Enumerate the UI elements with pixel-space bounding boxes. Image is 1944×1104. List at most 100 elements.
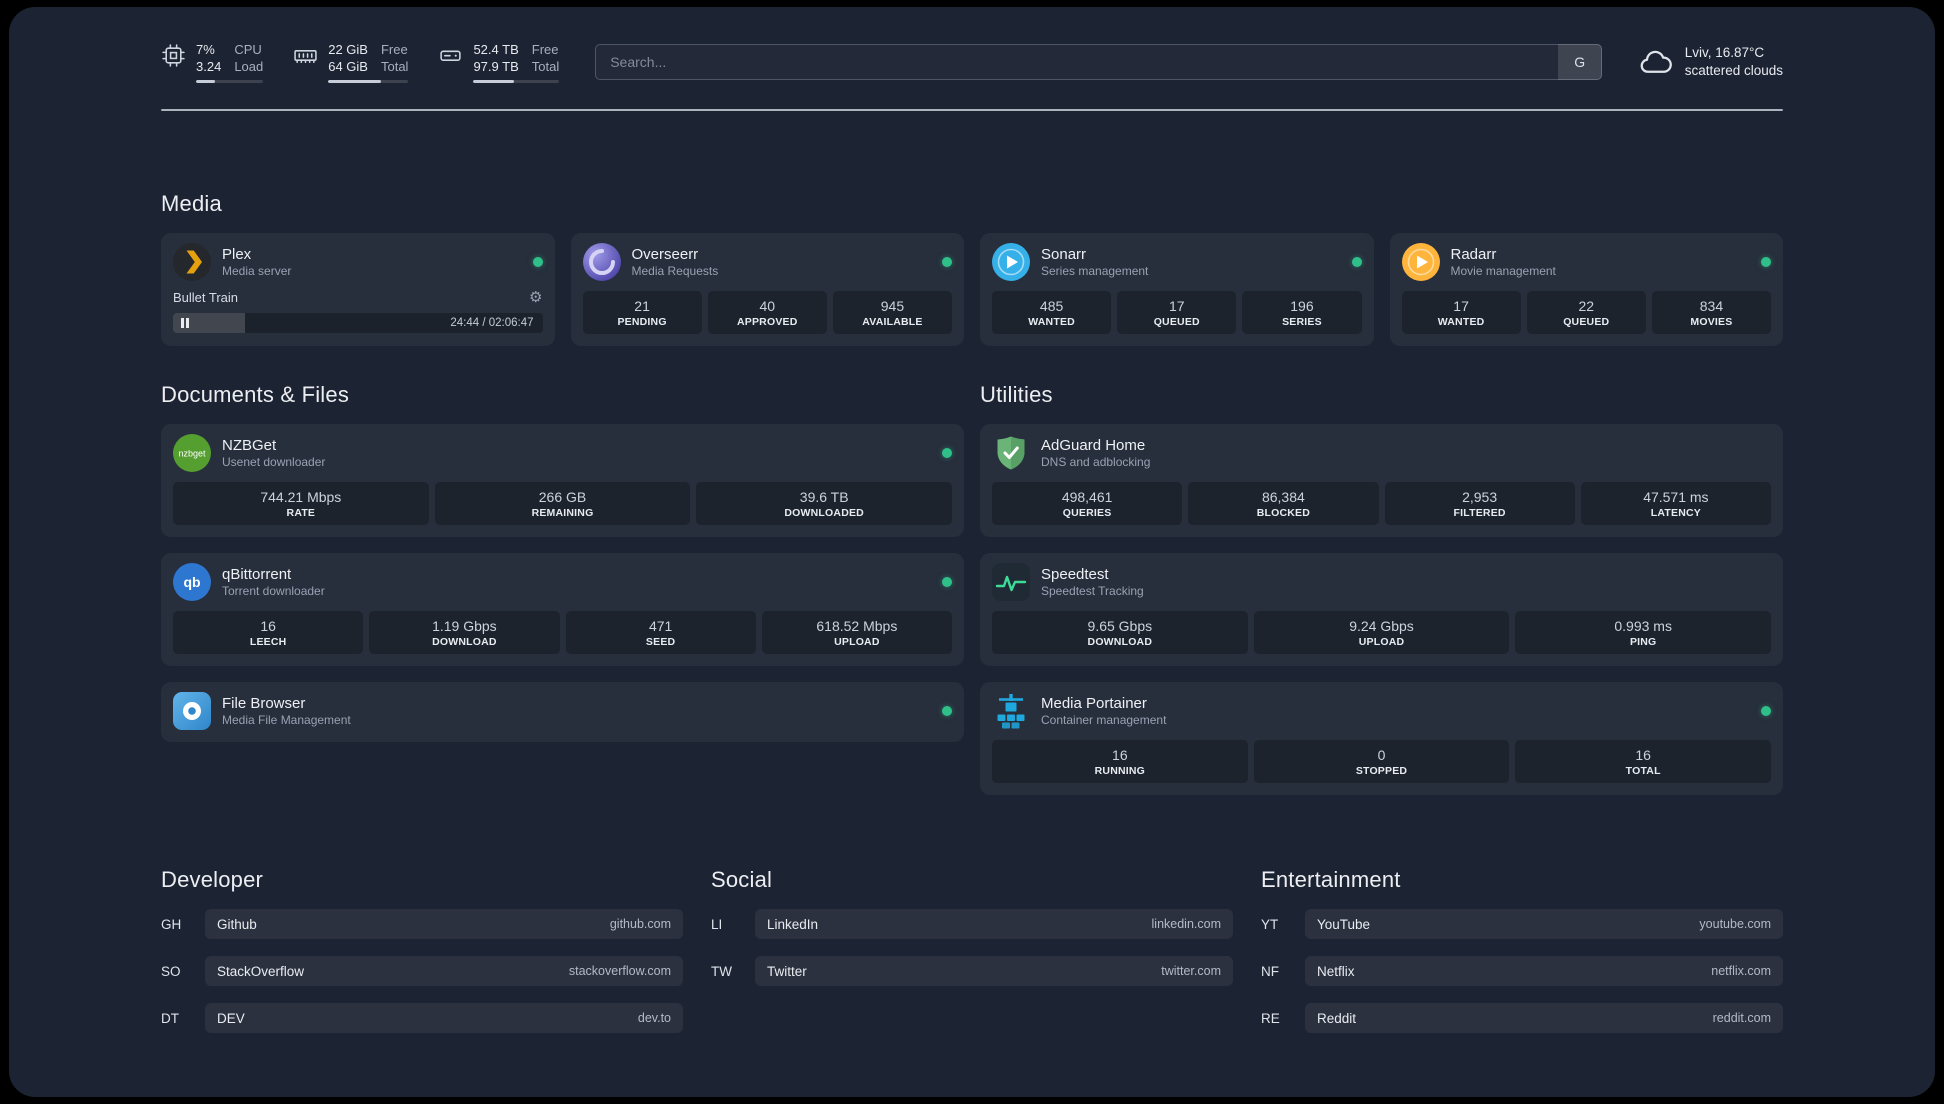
service-name: Overseerr [631,246,699,264]
bookmark-dev: DT DEV dev.to [161,1003,683,1034]
stat-tile: 22 QUEUED [1526,291,1646,335]
cpu-percent: 7% [196,42,215,57]
section-utilities: Utilities AdGuard Home DNS and adblockin… [980,382,1783,796]
overseerr-icon [582,243,621,282]
memory-usage-bar [328,80,409,84]
service-card-filebrowser[interactable]: File Browser Media File Management [161,682,964,743]
cpu-values: 7% 3.24 [196,41,221,75]
stat-tile: 9.65 Gbps DOWNLOAD [992,611,1248,655]
qbittorrent-icon: qb [173,563,211,602]
stat-tile: 196 SERIES [1242,291,1362,335]
bookmark-link[interactable]: Reddit reddit.com [1305,1003,1783,1034]
bookmark-abbr: NF [1261,963,1279,979]
dashboard-content: 7% 3.24 CPU Load 22 GiB 64 GiB Free Tota… [9,7,1935,1034]
bookmark-link[interactable]: YouTube youtube.com [1305,909,1783,940]
bookmark-abbr: YT [1261,916,1279,932]
bookmark-link[interactable]: DEV dev.to [205,1003,683,1034]
bookmark-group-developer: Developer GH Github github.com SO StackO… [161,867,683,1034]
stat-tile: 0.993 ms PING [1515,611,1772,655]
service-card-sonarr[interactable]: Sonarr Series management 485 WANTED 17 Q… [980,233,1374,347]
stat-tile: 17 WANTED [1401,291,1521,335]
playback-time: 24:44 / 02:06:47 [450,317,534,330]
stat-tile: 471 SEED [565,611,756,655]
resource-monitors: 7% 3.24 CPU Load 22 GiB 64 GiB Free Tota… [161,41,560,84]
top-bar: 7% 3.24 CPU Load 22 GiB 64 GiB Free Tota… [161,41,1783,84]
gear-icon[interactable]: ⚙ [529,290,542,305]
bookmark-abbr: GH [161,916,182,932]
adguard-icon [992,434,1030,472]
stat-tile: 0 STOPPED [1253,740,1510,784]
bookmark-twitter: TW Twitter twitter.com [711,956,1233,987]
search-provider-button[interactable]: G [1557,44,1602,81]
stat-tile: 1.19 Gbps DOWNLOAD [369,611,560,655]
service-desc: Speedtest Tracking [1041,584,1144,599]
service-card-plex[interactable]: Plex Media server Bullet Train ⚙ 24:44 /… [161,233,555,347]
cpu-widget: 7% 3.24 CPU Load [161,41,264,84]
service-name: Speedtest [1041,566,1109,584]
section-title-utilities: Utilities [980,382,1053,408]
disk-total-value: 97.9 TB [473,59,519,75]
disk-values: 52.4 TB 97.9 TB [473,41,518,75]
bookmark-link[interactable]: Netflix netflix.com [1305,956,1783,987]
bookmark-link[interactable]: Twitter twitter.com [755,956,1233,987]
service-card-speedtest[interactable]: Speedtest Speedtest Tracking 9.65 Gbps D… [980,553,1783,667]
section-media: Media Plex Media server Bullet Train ⚙ 2… [161,191,1783,347]
service-card-adguard[interactable]: AdGuard Home DNS and adblocking 498,461 … [980,424,1783,538]
service-card-portainer[interactable]: Media Portainer Container management 16 … [980,682,1783,796]
bookmark-group-social: Social LI LinkedIn linkedin.com TW Twitt… [711,867,1233,1033]
service-name: Sonarr [1041,246,1087,264]
service-name: File Browser [222,695,306,713]
stat-tile: 485 WANTED [992,291,1112,335]
stat-tile: 47.571 ms LATENCY [1580,482,1771,526]
status-dot [1761,706,1771,717]
stat-tile: 16 LEECH [173,611,364,655]
stat-tile: 40 APPROVED [707,291,827,335]
sonarr-icon [992,243,1030,282]
stat-tile: 498,461 QUERIES [992,482,1183,526]
bookmark-stackoverflow: SO StackOverflow stackoverflow.com [161,956,683,987]
search-input[interactable] [595,44,1602,81]
disk-free-value: 52.4 TB [473,42,519,57]
svg-text:qb: qb [183,574,200,590]
status-dot [942,257,952,268]
pause-icon[interactable] [181,318,189,329]
weather-widget: Lviv, 16.87°C scattered clouds [1638,44,1783,80]
service-card-nzbget[interactable]: nzbget NZBGet Usenet downloader 744.21 M… [161,424,964,538]
cpu-usage-bar [196,80,264,84]
service-name: Media Portainer [1041,695,1147,713]
filebrowser-icon [173,692,211,731]
playback-progress-bar[interactable]: 24:44 / 02:06:47 [173,313,543,334]
dashboard: 7% 3.24 CPU Load 22 GiB 64 GiB Free Tota… [9,7,1935,1097]
svg-text:nzbget: nzbget [178,449,206,459]
speedtest-icon [992,563,1030,602]
bookmark-link[interactable]: StackOverflow stackoverflow.com [205,956,683,987]
bookmark-linkedin: LI LinkedIn linkedin.com [711,909,1233,940]
section-title-developer: Developer [161,867,264,893]
bookmark-abbr: RE [1261,1010,1280,1026]
stat-tile: 86,384 BLOCKED [1188,482,1379,526]
stat-tile: 17 QUEUED [1117,291,1237,335]
bookmark-abbr: DT [161,1010,179,1026]
disk-labels: Free Total [531,42,560,75]
bookmark-youtube: YT YouTube youtube.com [1261,909,1783,940]
service-name: Plex [222,246,252,264]
bookmark-link[interactable]: LinkedIn linkedin.com [755,909,1233,940]
bookmark-link[interactable]: Github github.com [205,909,683,940]
service-desc: Media File Management [222,713,351,728]
section-title-media: Media [161,191,222,217]
section-title-documents-files: Documents & Files [161,382,350,408]
service-card-radarr[interactable]: Radarr Movie management 17 WANTED 22 QUE… [1389,233,1783,347]
memory-labels: Free Total [380,42,409,75]
stat-tile: 16 TOTAL [1515,740,1772,784]
service-card-qbittorrent[interactable]: qb qBittorrent Torrent downloader 16 LEE… [161,553,964,667]
disk-widget: 52.4 TB 97.9 TB Free Total [438,41,560,84]
service-card-overseerr[interactable]: Overseerr Media Requests 21 PENDING 40 A… [570,233,964,347]
stat-tile: 9.24 Gbps UPLOAD [1253,611,1510,655]
stat-tile: 834 MOVIES [1651,291,1772,335]
weather-location: Lviv, 16.87°C [1684,44,1765,60]
search-bar: G [595,44,1602,81]
section-title-entertainment: Entertainment [1261,867,1401,893]
bookmark-abbr: TW [711,963,732,979]
status-dot [1761,257,1771,268]
status-dot [532,257,543,268]
